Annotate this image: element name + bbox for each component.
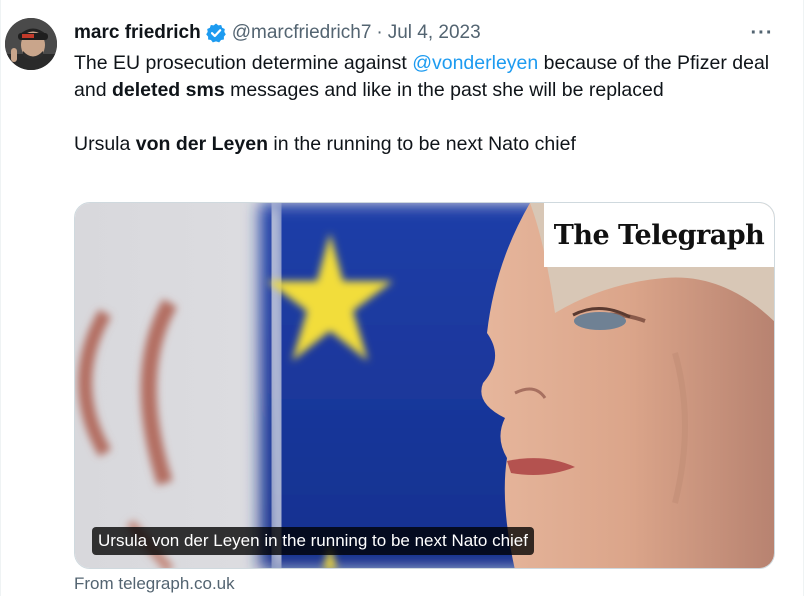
more-options-icon[interactable]: ···	[751, 22, 773, 44]
tweet-text-segment: The EU prosecution determine against	[74, 52, 413, 74]
card-source-link[interactable]: From telegraph.co.uk	[74, 574, 235, 594]
mention-link[interactable]: @vonderleyen	[412, 52, 538, 74]
tweet-text-segment: messages and like in the past she will b…	[224, 79, 664, 101]
tweet-header: marc friedrich @marcfriedrich7 · Jul 4, …	[74, 20, 481, 46]
tweet[interactable]: marc friedrich @marcfriedrich7 · Jul 4, …	[0, 0, 804, 596]
tweet-text-segment: in the running to be next Nato chief	[268, 133, 576, 155]
separator-dot: ·	[376, 22, 383, 43]
telegraph-masthead: The Telegraph	[544, 203, 774, 267]
tweet-text-bold: deleted sms	[111, 79, 225, 101]
tweet-text-segment: Ursula	[74, 133, 136, 155]
avatar[interactable]	[5, 18, 57, 70]
avatar-image	[5, 18, 57, 70]
verified-badge-icon	[205, 22, 227, 44]
card-caption: Ursula von der Leyen in the running to b…	[92, 527, 534, 555]
tweet-paragraph-2: Ursula von der Leyen in the running to b…	[74, 131, 774, 158]
masthead-text: The Telegraph	[553, 219, 765, 251]
display-name[interactable]: marc friedrich	[74, 22, 201, 44]
tweet-text-bold: von der Leyen	[135, 133, 268, 155]
link-preview-card[interactable]: The Telegraph Ursula von der Leyen in th…	[74, 202, 775, 569]
tweet-date[interactable]: Jul 4, 2023	[388, 22, 481, 44]
tweet-text: The EU prosecution determine against @vo…	[74, 50, 774, 158]
tweet-paragraph-1: The EU prosecution determine against @vo…	[74, 50, 774, 104]
author-handle[interactable]: @marcfriedrich7	[232, 22, 372, 44]
